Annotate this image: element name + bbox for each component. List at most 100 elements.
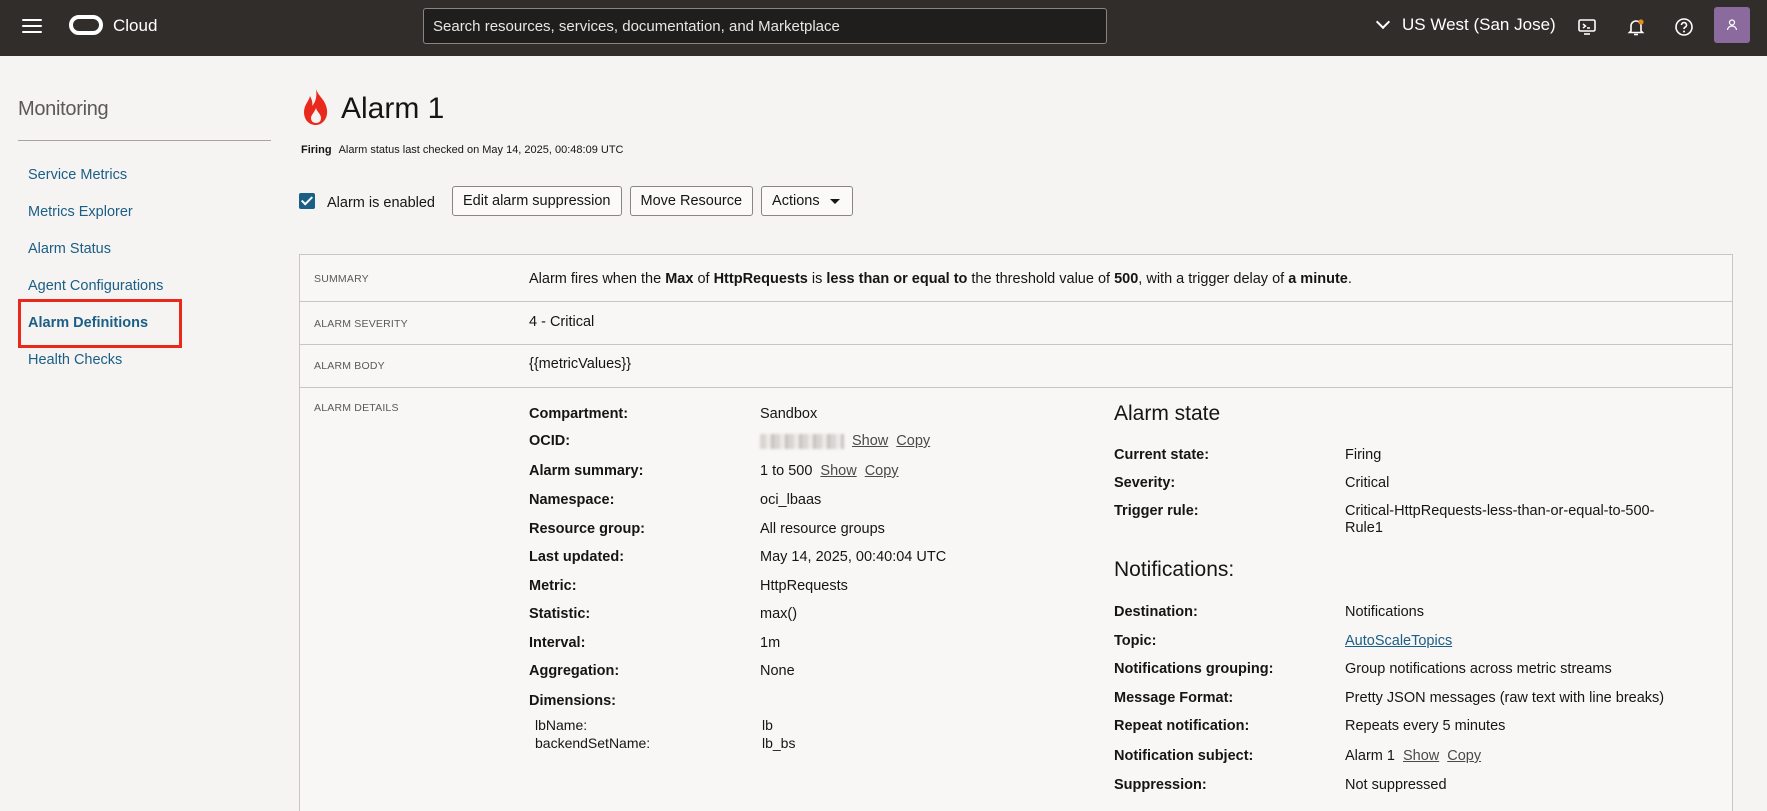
resource-group-label: Resource group:: [529, 521, 646, 537]
severity-label: ALARM SEVERITY: [314, 318, 408, 330]
notifications-heading: Notifications:: [1114, 558, 1235, 581]
alarm-details-row: ALARM DETAILS Compartment: Sandbox OCID:…: [300, 388, 1732, 811]
actions-button[interactable]: Actions: [761, 186, 853, 216]
compartment-label: Compartment:: [529, 406, 629, 422]
notifications-grouping-value: Group notifications across metric stream…: [1345, 661, 1612, 677]
status-checked-text: Alarm status last checked on May 14, 202…: [338, 144, 624, 156]
severity-value: 4 - Critical: [529, 314, 595, 330]
ocid-label: OCID:: [529, 433, 571, 449]
current-state-value: Firing: [1345, 447, 1382, 463]
trigger-rule-value: Critical-HttpRequests-less-than-or-equal…: [1345, 503, 1655, 536]
alarm-details-label: ALARM DETAILS: [314, 402, 399, 414]
user-icon: [1726, 19, 1738, 31]
statistic-value: max(): [760, 606, 798, 622]
subject-show-link[interactable]: Show: [1403, 748, 1439, 764]
alarm-enabled-label[interactable]: Alarm is enabled: [327, 195, 435, 211]
alarm-body-row: ALARM BODY {{metricValues}}: [300, 345, 1732, 388]
interval-label: Interval:: [529, 635, 586, 651]
caret-down-icon: [829, 198, 840, 204]
last-updated-value: May 14, 2025, 00:40:04 UTC: [760, 549, 947, 565]
alarm-state-heading: Alarm state: [1114, 402, 1221, 425]
metric-value: HttpRequests: [760, 578, 848, 594]
menu-icon[interactable]: [22, 16, 42, 36]
topic-link[interactable]: AutoScaleTopics: [1345, 633, 1452, 649]
search-input[interactable]: [423, 8, 1107, 44]
alarm-summary-value: 1 to 500 Show Copy: [760, 463, 899, 479]
summary-row: SUMMARY Alarm fires when the Max of Http…: [300, 255, 1732, 302]
notifications-grouping-label: Notifications grouping:: [1114, 661, 1274, 677]
ocid-show-link[interactable]: Show: [852, 433, 888, 449]
alarm-state-badge: Firing: [301, 144, 332, 156]
trigger-rule-label: Trigger rule:: [1114, 503, 1199, 519]
namespace-label: Namespace:: [529, 492, 615, 508]
edit-alarm-suppression-button[interactable]: Edit alarm suppression: [452, 186, 622, 216]
toolbar: Alarm is enabled Edit alarm suppression …: [299, 186, 861, 216]
message-format-label: Message Format:: [1114, 690, 1234, 706]
chevron-down-icon: [1375, 14, 1391, 30]
dimension-name: lbName:: [535, 717, 588, 733]
alarm-body-value: {{metricValues}}: [529, 356, 632, 372]
suppression-label: Suppression:: [1114, 777, 1207, 793]
compartment-value: Sandbox: [760, 406, 818, 422]
dimensions-label: Dimensions:: [529, 693, 617, 709]
aggregation-label: Aggregation:: [529, 663, 620, 679]
interval-value: 1m: [760, 635, 781, 651]
sidebar-title: Monitoring: [18, 98, 109, 120]
suppression-value: Not suppressed: [1345, 777, 1447, 793]
sidebar-item-agent-configurations[interactable]: Agent Configurations: [18, 268, 271, 305]
bell-icon[interactable]: [1625, 16, 1647, 38]
subject-copy-link[interactable]: Copy: [1447, 748, 1481, 764]
dimension-value: lb_bs: [762, 735, 796, 751]
statistic-label: Statistic:: [529, 606, 591, 622]
resource-group-value: All resource groups: [760, 521, 885, 537]
metric-label: Metric:: [529, 578, 577, 594]
sidebar: Monitoring Service Metrics Metrics Explo…: [18, 98, 271, 379]
severity-row: ALARM SEVERITY 4 - Critical: [300, 302, 1732, 345]
region-selector[interactable]: US West (San Jose): [1375, 14, 1556, 35]
top-bar: Cloud US West (San Jose): [0, 0, 1767, 56]
destination-value: Notifications: [1345, 604, 1424, 620]
notification-subject-value: Alarm 1 Show Copy: [1345, 748, 1482, 764]
message-format-value: Pretty JSON messages (raw text with line…: [1345, 690, 1665, 706]
sidebar-item-alarm-status[interactable]: Alarm Status: [18, 231, 271, 268]
alarm-summary-label: Alarm summary:: [529, 463, 644, 479]
state-severity-value: Critical: [1345, 475, 1390, 491]
sidebar-item-alarm-definitions[interactable]: Alarm Definitions: [18, 299, 182, 348]
alarm-enabled-checkbox[interactable]: [299, 193, 315, 209]
user-avatar[interactable]: [1714, 7, 1750, 43]
summary-show-link[interactable]: Show: [820, 463, 856, 479]
page-title: Alarm 1: [341, 92, 445, 125]
current-state-label: Current state:: [1114, 447, 1210, 463]
fire-icon: [300, 88, 332, 126]
sidebar-divider: [18, 140, 271, 141]
namespace-value: oci_lbaas: [760, 492, 822, 508]
help-icon[interactable]: [1673, 16, 1695, 38]
repeat-notification-label: Repeat notification:: [1114, 718, 1250, 734]
ocid-copy-link[interactable]: Copy: [896, 433, 930, 449]
region-label: US West (San Jose): [1402, 15, 1556, 34]
notification-subject-label: Notification subject:: [1114, 748, 1254, 764]
cloud-shell-icon[interactable]: [1576, 16, 1598, 38]
state-severity-label: Severity:: [1114, 475, 1176, 491]
alarm-status-line: Firing Alarm status last checked on May 1…: [301, 144, 624, 156]
destination-label: Destination:: [1114, 604, 1198, 620]
summary-label: SUMMARY: [314, 273, 369, 285]
summary-value: Alarm fires when the Max of HttpRequests…: [529, 271, 1352, 287]
sidebar-item-service-metrics[interactable]: Service Metrics: [18, 157, 271, 194]
move-resource-button[interactable]: Move Resource: [629, 186, 754, 216]
topic-label: Topic:: [1114, 633, 1157, 649]
actions-button-label: Actions: [772, 193, 820, 209]
sidebar-item-metrics-explorer[interactable]: Metrics Explorer: [18, 194, 271, 231]
dimension-name: backendSetName:: [535, 735, 651, 751]
last-updated-label: Last updated:: [529, 549, 625, 565]
repeat-notification-value: Repeats every 5 minutes: [1345, 718, 1506, 734]
dimension-value: lb: [762, 717, 773, 733]
sidebar-item-health-checks[interactable]: Health Checks: [18, 342, 271, 379]
alarm-details-panel: SUMMARY Alarm fires when the Max of Http…: [299, 254, 1733, 811]
brand-label[interactable]: Cloud: [113, 16, 157, 36]
summary-copy-link[interactable]: Copy: [865, 463, 899, 479]
alarm-body-label: ALARM BODY: [314, 360, 385, 372]
oracle-logo-icon[interactable]: [69, 15, 103, 35]
ocid-redacted: [760, 433, 844, 449]
ocid-value: Show Copy: [760, 433, 930, 449]
